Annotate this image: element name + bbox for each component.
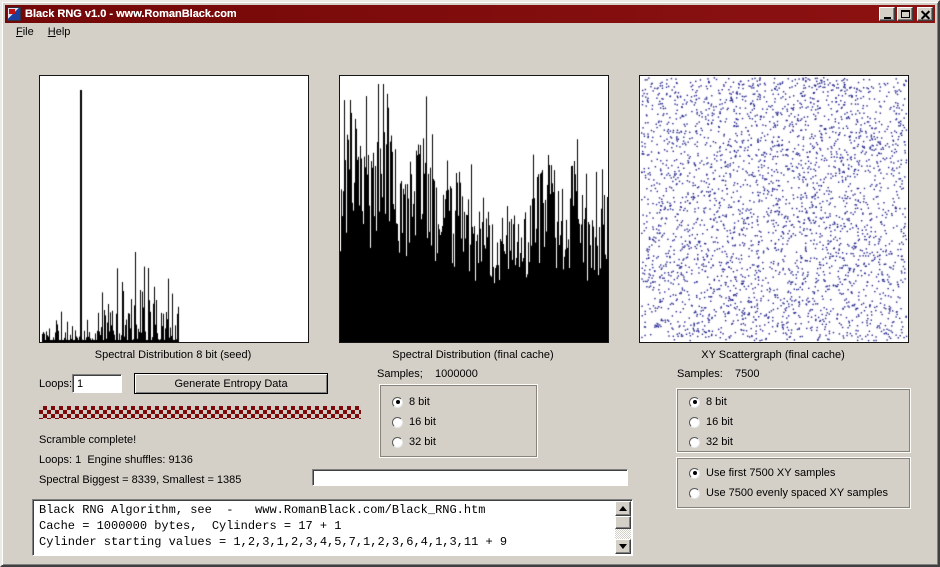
- arrow-up-icon: [619, 506, 627, 511]
- title-bar[interactable]: Black RNG v1.0 - www.RomanBlack.com: [5, 5, 935, 23]
- log-box[interactable]: Black RNG Algorithm, see - www.RomanBlac…: [32, 499, 633, 556]
- arrow-down-icon: [619, 544, 627, 549]
- scroll-thumb[interactable]: [615, 516, 631, 529]
- log-scrollbar[interactable]: [615, 501, 631, 554]
- final-spectral-canvas: [340, 76, 608, 342]
- seed-spectral-canvas: [40, 76, 308, 342]
- radio-label: 8 bit: [409, 396, 430, 408]
- log-line: Cylinder starting values = 1,2,3,1,2,3,4…: [39, 534, 613, 550]
- menu-file[interactable]: File: [9, 24, 41, 41]
- final-samples-label: Samples;: [377, 368, 435, 380]
- generate-entropy-button[interactable]: Generate Entropy Data: [134, 373, 328, 394]
- radio-label: 16 bit: [706, 416, 733, 428]
- menu-bar: FileHelp: [5, 23, 935, 42]
- status-loops-shuffles: Loops: 1 Engine shuffles: 9136: [39, 454, 193, 466]
- status-spectral-range: Spectral Biggest = 8339, Smallest = 1385: [39, 474, 241, 486]
- radio-icon: [392, 397, 403, 408]
- radio-icon: [689, 397, 700, 408]
- minimize-button[interactable]: [879, 7, 895, 21]
- final-spectral-chart: [339, 75, 609, 343]
- radio-32-bit[interactable]: 32 bit: [381, 432, 536, 452]
- scatter-samples-value: 7500: [735, 368, 759, 380]
- loops-input[interactable]: [72, 374, 122, 393]
- radio-icon: [689, 417, 700, 428]
- log-line: Cache = 1000000 bytes, Cylinders = 17 + …: [39, 518, 613, 534]
- radio-icon: [689, 488, 700, 499]
- radio-label: 32 bit: [706, 436, 733, 448]
- radio-label: Use 7500 evenly spaced XY samples: [706, 487, 888, 499]
- app-icon[interactable]: [7, 7, 21, 21]
- radio-icon: [392, 417, 403, 428]
- radio-use-first-7500-xy-samples[interactable]: Use first 7500 XY samples: [678, 463, 909, 483]
- entropy-progress-bar: [39, 406, 361, 419]
- maximize-icon: [901, 10, 910, 18]
- radio-label: Use first 7500 XY samples: [706, 467, 835, 479]
- final-samples-value: 1000000: [435, 368, 478, 380]
- radio-8-bit[interactable]: 8 bit: [381, 392, 536, 412]
- close-button[interactable]: [917, 7, 933, 21]
- maximize-button[interactable]: [897, 7, 913, 21]
- scatter-bit-depth-group: 8 bit 16 bit 32 bit: [677, 389, 910, 452]
- final-chart-caption: Spectral Distribution (final cache): [338, 349, 608, 361]
- window-title: Black RNG v1.0 - www.RomanBlack.com: [25, 8, 877, 20]
- radio-label: 8 bit: [706, 396, 727, 408]
- log-line: Black RNG Algorithm, see - www.RomanBlac…: [39, 502, 613, 518]
- radio-use-7500-evenly-spaced-xy-samples[interactable]: Use 7500 evenly spaced XY samples: [678, 483, 909, 503]
- seed-spectral-chart: [39, 75, 309, 343]
- radio-8-bit[interactable]: 8 bit: [678, 392, 909, 412]
- scroll-up-button[interactable]: [615, 501, 631, 516]
- xy-scattergraph-canvas: [640, 76, 908, 342]
- scatter-samples-label: Samples:: [677, 368, 735, 380]
- radio-icon: [392, 437, 403, 448]
- loops-label: Loops:: [39, 378, 72, 390]
- final-samples-row: Samples; 1000000: [377, 368, 478, 380]
- status-scramble: Scramble complete!: [39, 434, 136, 446]
- radio-16-bit[interactable]: 16 bit: [678, 412, 909, 432]
- radio-16-bit[interactable]: 16 bit: [381, 412, 536, 432]
- minimize-icon: [884, 17, 891, 19]
- secondary-progress-bar: [312, 469, 628, 486]
- seed-chart-caption: Spectral Distribution 8 bit (seed): [38, 349, 308, 361]
- scatter-samples-row: Samples: 7500: [677, 368, 759, 380]
- radio-icon: [689, 437, 700, 448]
- scatter-sampling-group: Use first 7500 XY samples Use 7500 evenly…: [677, 458, 910, 508]
- scroll-down-button[interactable]: [615, 539, 631, 554]
- radio-label: 16 bit: [409, 416, 436, 428]
- log-text: Black RNG Algorithm, see - www.RomanBlac…: [35, 502, 613, 553]
- app-window: Black RNG v1.0 - www.RomanBlack.com File…: [0, 0, 940, 567]
- radio-label: 32 bit: [409, 436, 436, 448]
- final-bit-depth-group: 8 bit 16 bit 32 bit: [380, 385, 537, 457]
- xy-scattergraph-chart: [639, 75, 909, 343]
- scatter-chart-caption: XY Scattergraph (final cache): [638, 349, 908, 361]
- menu-help[interactable]: Help: [41, 24, 78, 41]
- radio-icon: [689, 468, 700, 479]
- close-icon: [921, 10, 930, 19]
- radio-32-bit[interactable]: 32 bit: [678, 432, 909, 452]
